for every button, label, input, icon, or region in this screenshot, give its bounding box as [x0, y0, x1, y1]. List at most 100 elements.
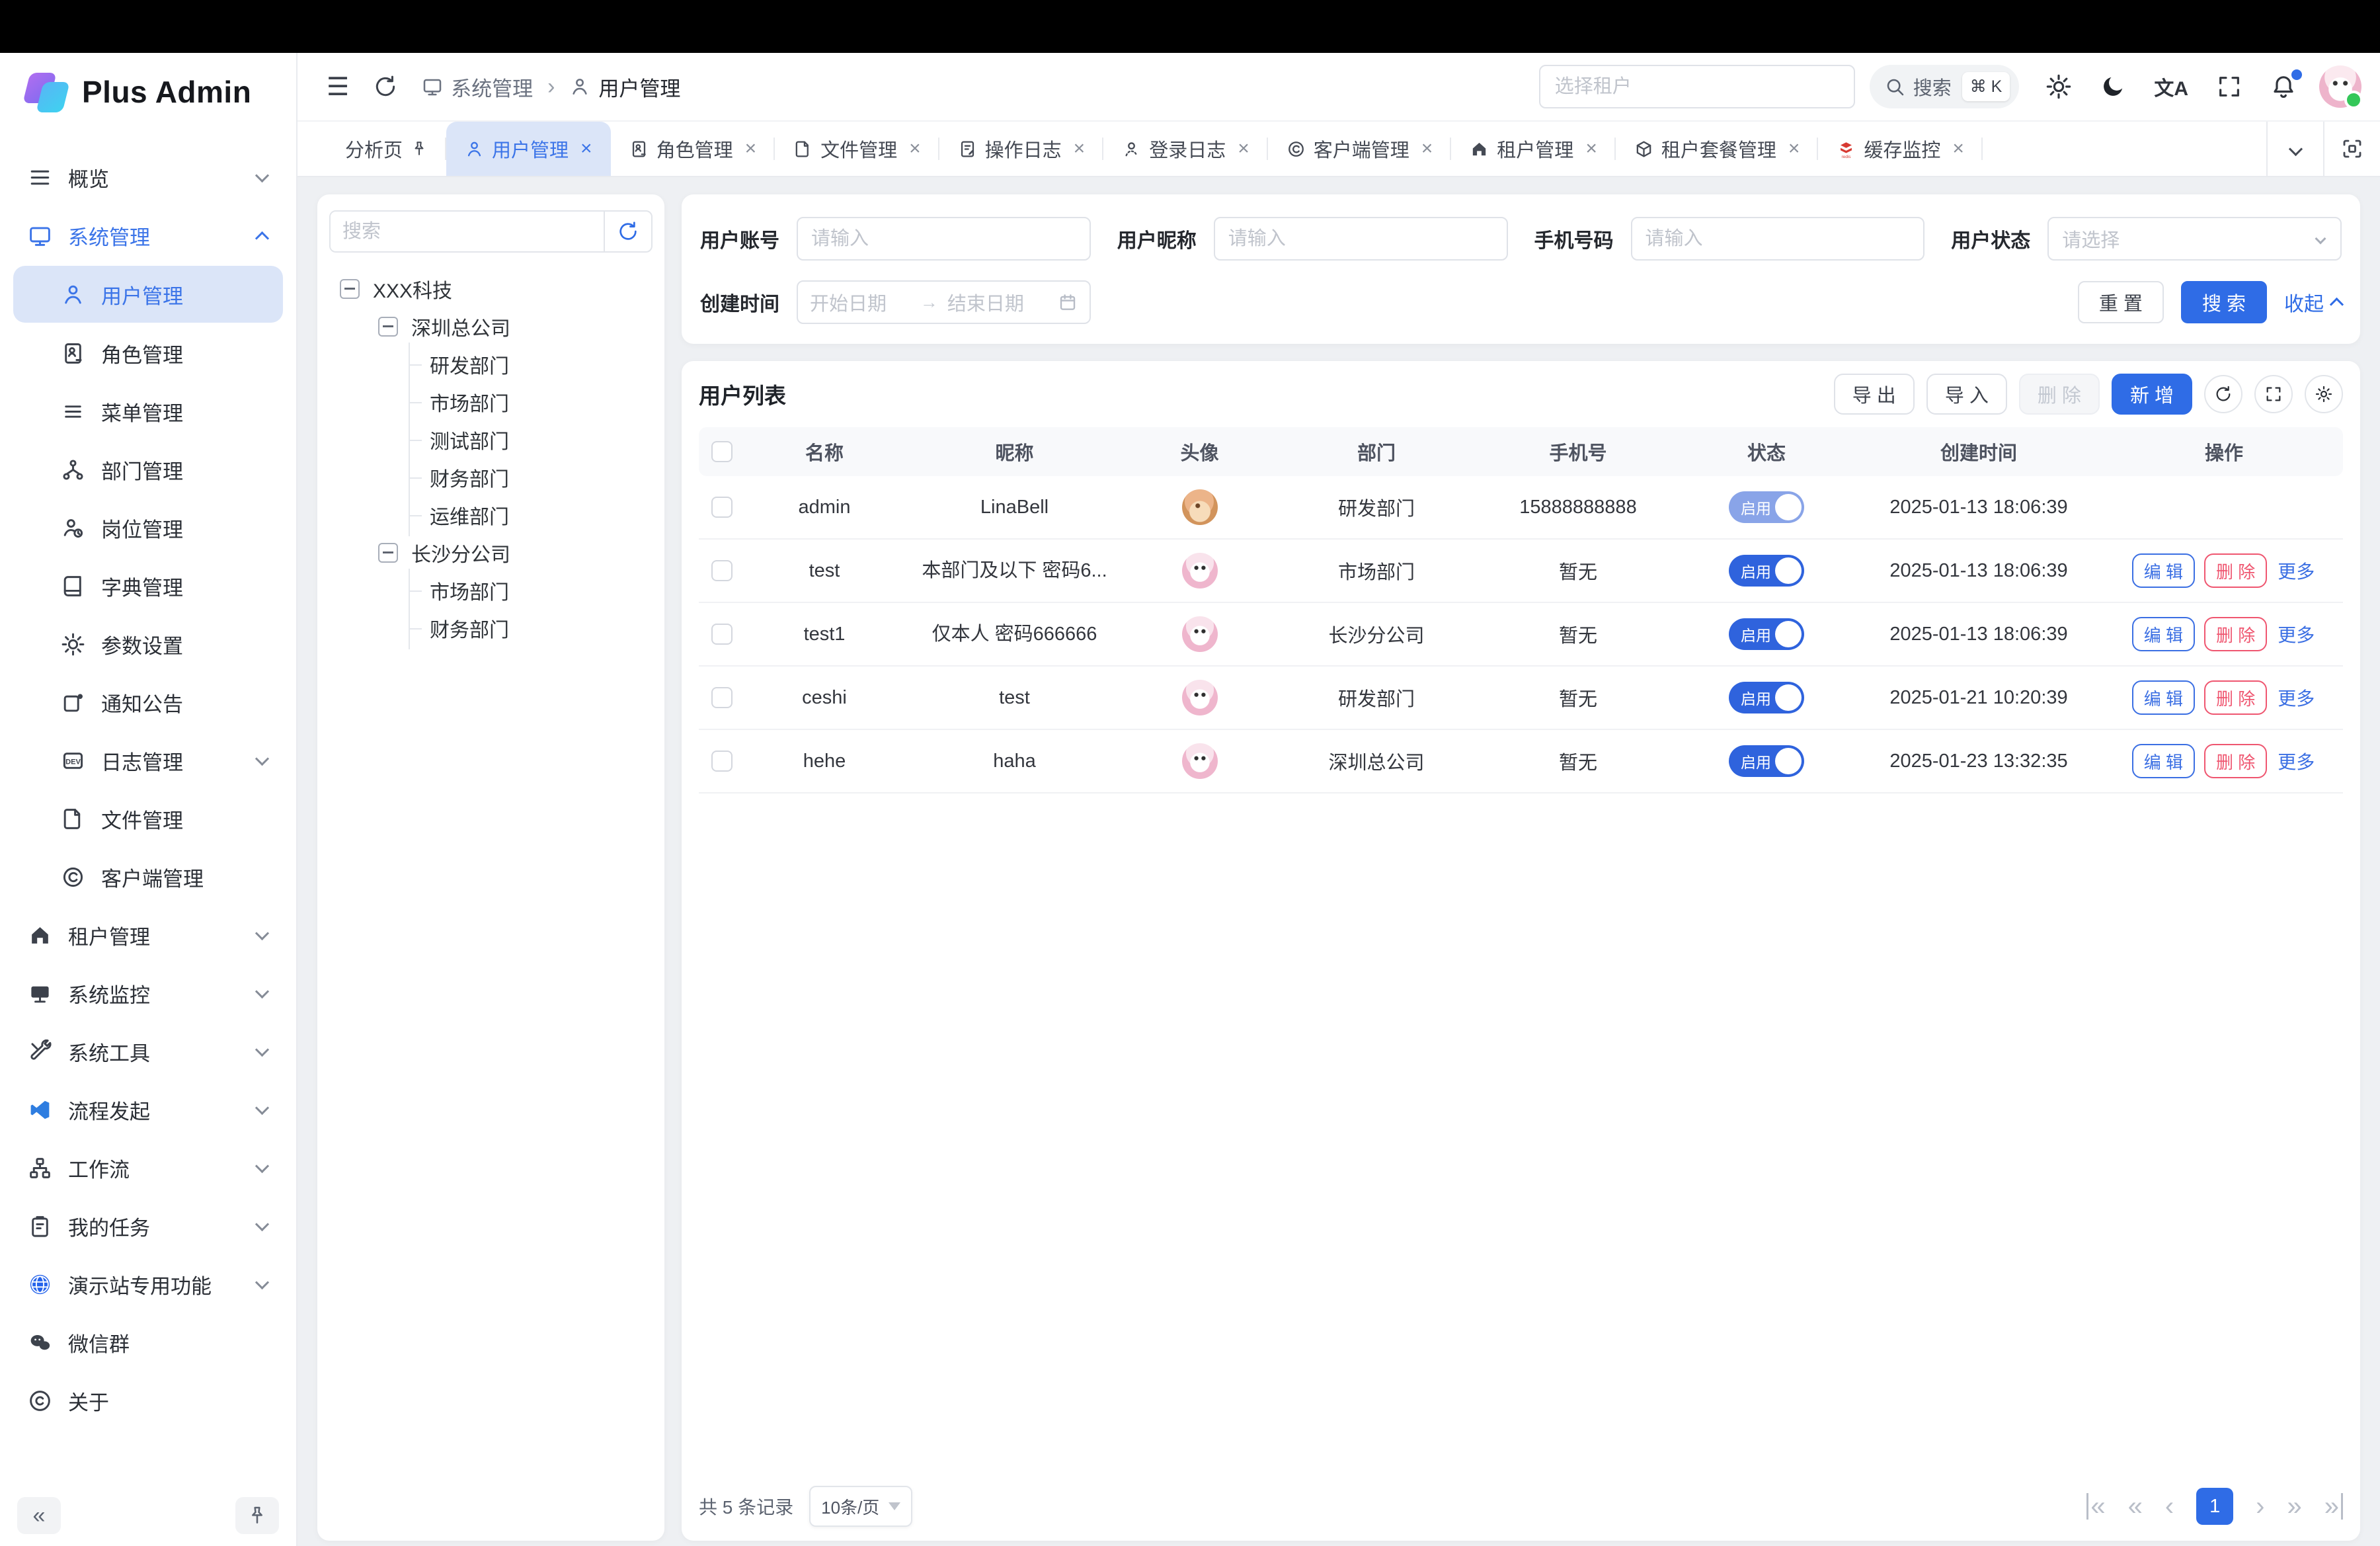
status-toggle[interactable]: 启用	[1729, 618, 1804, 650]
row-delete-button[interactable]: 删 除	[2204, 617, 2267, 651]
tab-close-icon[interactable]: ×	[1421, 138, 1433, 160]
tab-close-icon[interactable]: ×	[1788, 138, 1800, 160]
row-checkbox[interactable]	[711, 624, 733, 645]
last-page-button[interactable]: »	[2324, 1493, 2343, 1520]
tree-node[interactable]: 市场部门	[329, 383, 653, 421]
sidebar-item[interactable]: 部门管理	[0, 440, 296, 499]
tab[interactable]: 客户端管理 ×	[1268, 122, 1452, 176]
prev-page-button[interactable]: ‹	[2165, 1493, 2174, 1520]
page-size-select[interactable]: 10条/页	[809, 1486, 912, 1527]
tree-collapse-icon[interactable]	[378, 317, 398, 337]
add-button[interactable]: 新 增	[2112, 374, 2192, 415]
tree-node[interactable]: 研发部门	[329, 345, 653, 383]
sidebar-item[interactable]: 我的任务	[0, 1197, 296, 1255]
row-delete-button[interactable]: 删 除	[2204, 680, 2267, 715]
tree-node[interactable]: XXX科技	[329, 270, 653, 307]
sidebar-item[interactable]: 角色管理	[0, 324, 296, 382]
tab-close-icon[interactable]: ×	[1074, 138, 1086, 160]
row-delete-button[interactable]: 删 除	[2204, 744, 2267, 778]
row-checkbox[interactable]	[711, 560, 733, 581]
sidebar-item[interactable]: 演示站专用功能	[0, 1255, 296, 1313]
table-refresh-button[interactable]	[2204, 375, 2242, 413]
tree-search-input[interactable]	[331, 212, 604, 251]
edit-button[interactable]: 编 辑	[2132, 553, 2195, 588]
tabs-dropdown-button[interactable]	[2266, 122, 2323, 176]
breadcrumb-item-current[interactable]: 用户管理	[598, 72, 680, 102]
first-page-button[interactable]: «	[2086, 1493, 2105, 1520]
app-logo[interactable]: Plus Admin	[0, 53, 296, 131]
row-checkbox[interactable]	[711, 751, 733, 772]
sidebar-item[interactable]: 客户端管理	[0, 848, 296, 906]
sidebar-item[interactable]: 用户管理	[13, 266, 283, 323]
sidebar-item[interactable]: 租户管理	[0, 906, 296, 964]
collapse-filters-link[interactable]: 收起	[2284, 288, 2342, 317]
filter-phone-input[interactable]	[1631, 217, 1925, 261]
filter-date-range[interactable]: 开始日期 → 结束日期	[797, 280, 1091, 324]
sidebar-pin-button[interactable]	[235, 1497, 279, 1534]
filter-status-select[interactable]: 请选择	[2047, 217, 2342, 261]
tree-node[interactable]: 市场部门	[329, 571, 653, 609]
refresh-icon[interactable]	[373, 74, 398, 99]
reset-button[interactable]: 重 置	[2078, 281, 2164, 323]
current-page-button[interactable]: 1	[2196, 1488, 2233, 1525]
delete-button[interactable]: 删 除	[2019, 374, 2100, 415]
row-checkbox[interactable]	[711, 497, 733, 518]
tab[interactable]: 操作日志 ×	[939, 122, 1104, 176]
tab-close-icon[interactable]: ×	[909, 138, 921, 160]
sidebar-item[interactable]: 概览	[0, 148, 296, 206]
content-fullscreen-button[interactable]	[2323, 122, 2380, 176]
tree-node[interactable]: 财务部门	[329, 458, 653, 496]
global-search[interactable]: 搜索 ⌘ K	[1870, 65, 2020, 108]
notification-bell-icon[interactable]	[2270, 73, 2297, 100]
status-toggle[interactable]: 启用	[1729, 682, 1804, 713]
sidebar-item[interactable]: 系统监控	[0, 964, 296, 1022]
edit-button[interactable]: 编 辑	[2132, 744, 2195, 778]
sidebar-item[interactable]: 参数设置	[0, 615, 296, 673]
sidebar-item[interactable]: 岗位管理	[0, 499, 296, 557]
more-button[interactable]: 更多	[2276, 553, 2316, 588]
row-delete-button[interactable]: 删 除	[2204, 553, 2267, 588]
tab-close-icon[interactable]: ×	[1952, 138, 1964, 160]
table-fullscreen-button[interactable]	[2254, 375, 2293, 413]
tab[interactable]: 租户套餐管理 ×	[1616, 122, 1819, 176]
status-toggle[interactable]: 启用	[1729, 745, 1804, 777]
export-button[interactable]: 导 出	[1834, 374, 1915, 415]
sidebar-item[interactable]: 微信群	[0, 1313, 296, 1371]
sidebar-item[interactable]: 系统工具	[0, 1022, 296, 1080]
sidebar-item[interactable]: 通知公告	[0, 673, 296, 731]
user-avatar[interactable]	[2319, 65, 2361, 108]
more-button[interactable]: 更多	[2276, 744, 2316, 778]
sidebar-item[interactable]: 流程发起	[0, 1080, 296, 1139]
filter-nickname-input[interactable]	[1214, 217, 1508, 261]
edit-button[interactable]: 编 辑	[2132, 680, 2195, 715]
tenant-select-input[interactable]	[1539, 65, 1855, 108]
hamburger-icon[interactable]: ☰	[327, 72, 349, 102]
tree-refresh-button[interactable]	[604, 212, 651, 251]
sidebar-collapse-button[interactable]: «	[17, 1497, 61, 1534]
sidebar-item[interactable]: 工作流	[0, 1139, 296, 1197]
tree-node[interactable]: 长沙分公司	[329, 534, 653, 571]
tab-close-icon[interactable]: ×	[745, 138, 757, 160]
tab-close-icon[interactable]: ×	[1238, 138, 1250, 160]
tree-collapse-icon[interactable]	[340, 279, 360, 299]
pin-icon[interactable]	[411, 140, 428, 157]
next-page-button[interactable]: ›	[2256, 1493, 2264, 1520]
tab[interactable]: 角色管理 ×	[611, 122, 775, 176]
tree-node[interactable]: 深圳总公司	[329, 307, 653, 345]
jump-forward-button[interactable]: »	[2287, 1493, 2302, 1520]
select-all-checkbox[interactable]	[711, 441, 733, 462]
sidebar-item[interactable]: 关于	[0, 1371, 296, 1430]
edit-button[interactable]: 编 辑	[2132, 617, 2195, 651]
tab[interactable]: 登录日志 ×	[1103, 122, 1268, 176]
row-checkbox[interactable]	[711, 687, 733, 708]
sidebar-item[interactable]: 系统管理	[0, 206, 296, 264]
sidebar-item[interactable]: 字典管理	[0, 557, 296, 615]
tree-node[interactable]: 运维部门	[329, 496, 653, 534]
import-button[interactable]: 导 入	[1926, 374, 2007, 415]
fullscreen-icon[interactable]	[2216, 73, 2242, 100]
tree-node[interactable]: 测试部门	[329, 421, 653, 458]
filter-account-input[interactable]	[797, 217, 1091, 261]
tab[interactable]: 文件管理 ×	[775, 122, 939, 176]
tab[interactable]: 分析页	[327, 122, 446, 176]
sidebar-item[interactable]: 文件管理	[0, 790, 296, 848]
